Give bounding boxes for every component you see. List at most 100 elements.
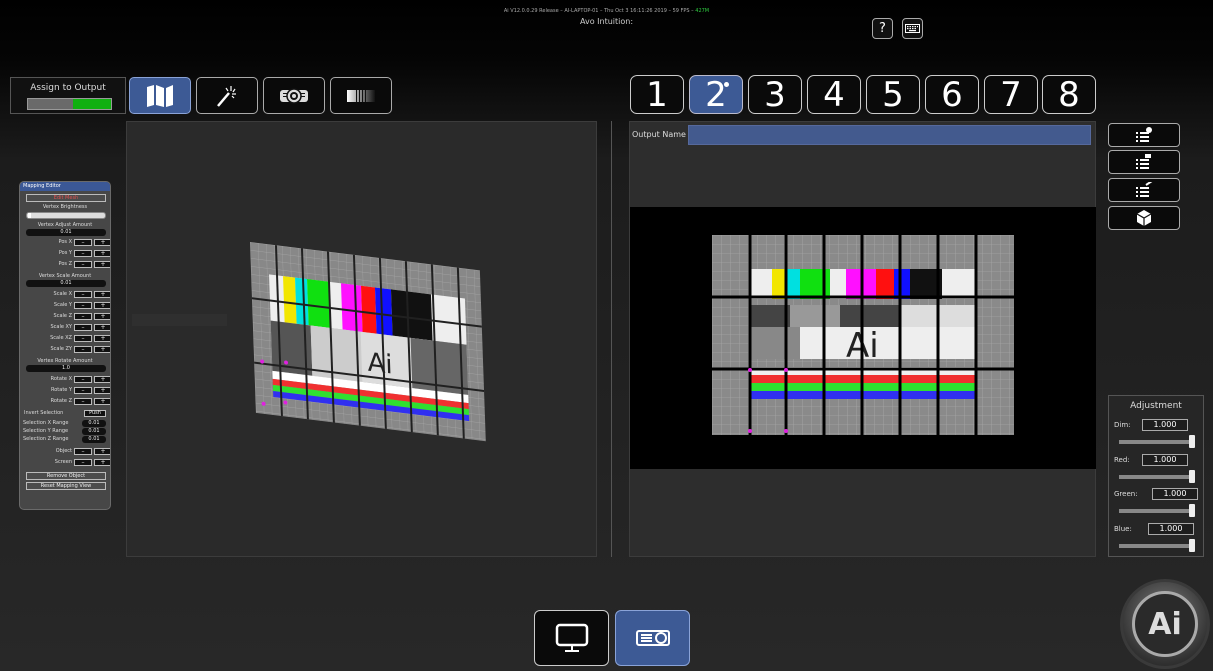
status-text: Ai V12.0.0.29 Release – AI-LAPTOP-01 – T… <box>503 8 696 14</box>
rotate-x-row: Rotate X – + <box>20 376 110 384</box>
rotate-y-minus-button[interactable]: – <box>74 387 92 394</box>
adjustment-panel: Adjustment Dim: 1.000 Red: 1.000 Green: … <box>1108 395 1204 557</box>
pos-x-plus-button[interactable]: + <box>94 239 110 246</box>
scale-x-plus-button[interactable]: + <box>94 291 110 298</box>
list-check-button[interactable] <box>1108 178 1180 202</box>
pos-z-plus-button[interactable]: + <box>94 261 110 268</box>
blue-slider-knob[interactable] <box>1189 539 1195 552</box>
tab-effects[interactable] <box>196 77 258 114</box>
vertex-brightness-knob[interactable] <box>28 213 31 218</box>
pos-x-label: Pos X <box>58 239 72 245</box>
scale-z-minus-button[interactable]: – <box>74 313 92 320</box>
vertex-scale-amount-input[interactable]: 0.01 <box>26 280 106 287</box>
push-button[interactable]: Push <box>84 410 106 417</box>
pos-y-plus-button[interactable]: + <box>94 250 110 257</box>
scale-y-plus-button[interactable]: + <box>94 302 110 309</box>
pos-z-minus-button[interactable]: – <box>74 261 92 268</box>
vertex-rotate-amount-input[interactable]: 1.0 <box>26 365 106 372</box>
blue-label: Blue: <box>1114 525 1132 533</box>
output-tab-4[interactable]: 4 <box>807 75 861 114</box>
output-tab-1[interactable]: 1 <box>630 75 684 114</box>
pos-y-row: Pos Y – + <box>20 250 110 258</box>
tab-projector[interactable] <box>263 77 325 114</box>
gradient-icon <box>347 89 375 102</box>
dim-slider[interactable] <box>1119 435 1195 448</box>
rotate-x-label: Rotate X <box>50 376 72 382</box>
cube-button[interactable] <box>1108 206 1180 230</box>
scale-xy-minus-button[interactable]: – <box>74 324 92 331</box>
vertex-brightness-label: Vertex Brightness <box>42 204 88 210</box>
selection-x-range-label: Selection X Range <box>23 420 69 426</box>
active-dot-icon <box>724 82 729 87</box>
dim-input[interactable]: 1.000 <box>1142 419 1188 431</box>
assign-to-output-toggle[interactable] <box>27 98 112 110</box>
screen-plus-button[interactable]: + <box>94 459 110 466</box>
object-minus-button[interactable]: – <box>74 448 92 455</box>
scale-xz-plus-button[interactable]: + <box>94 335 110 342</box>
output-tab-7[interactable]: 7 <box>984 75 1038 114</box>
scale-xz-label: Scale XZ <box>50 335 72 341</box>
rotate-y-row: Rotate Y – + <box>20 387 110 395</box>
rotate-x-minus-button[interactable]: – <box>74 376 92 383</box>
pos-y-minus-button[interactable]: – <box>74 250 92 257</box>
tab-blend[interactable] <box>330 77 392 114</box>
red-slider[interactable] <box>1119 470 1195 483</box>
scale-zy-minus-button[interactable]: – <box>74 346 92 353</box>
output-tab-5[interactable]: 5 <box>866 75 920 114</box>
blue-input[interactable]: 1.000 <box>1148 523 1194 535</box>
scale-x-minus-button[interactable]: – <box>74 291 92 298</box>
assign-to-output-panel: Assign to Output <box>10 77 126 114</box>
scale-xy-plus-button[interactable]: + <box>94 324 110 331</box>
app-title: Avo Intuition: <box>579 17 634 26</box>
green-slider[interactable] <box>1119 504 1195 517</box>
rotate-z-minus-button[interactable]: – <box>74 398 92 405</box>
map-icon <box>147 84 173 107</box>
green-input[interactable]: 1.000 <box>1152 488 1198 500</box>
output-tab-2[interactable]: 2 <box>689 75 743 114</box>
reset-mapping-view-button[interactable]: Reset Mapping View <box>26 482 106 490</box>
rotate-y-label: Rotate Y <box>50 387 72 393</box>
output-tab-3[interactable]: 3 <box>748 75 802 114</box>
keyboard-button[interactable] <box>902 18 923 39</box>
red-input[interactable]: 1.000 <box>1142 454 1188 466</box>
vertex-brightness-slider[interactable] <box>26 212 106 219</box>
pos-x-minus-button[interactable]: – <box>74 239 92 246</box>
scale-z-plus-button[interactable]: + <box>94 313 110 320</box>
edit-mesh-button[interactable]: Edit Mesh <box>26 194 106 202</box>
rotate-x-plus-button[interactable]: + <box>94 376 110 383</box>
output-name-input[interactable] <box>688 125 1091 145</box>
scale-y-label: Scale Y <box>53 302 72 308</box>
svg-text:Ai: Ai <box>367 348 393 381</box>
warped-test-pattern: Ai <box>132 242 486 442</box>
scale-zy-plus-button[interactable]: + <box>94 346 110 353</box>
output-tab-8[interactable]: 8 <box>1042 75 1096 114</box>
remove-object-button[interactable]: Remove Object <box>26 472 106 480</box>
tab-mapping[interactable] <box>129 77 191 114</box>
magic-wand-icon <box>217 85 236 107</box>
vertex-adjust-amount-input[interactable]: 0.01 <box>26 229 106 236</box>
screen-minus-button[interactable]: – <box>74 459 92 466</box>
selection-y-range-input[interactable]: 0.01 <box>82 428 106 435</box>
green-slider-knob[interactable] <box>1189 504 1195 517</box>
list-layers-button[interactable] <box>1108 150 1180 174</box>
red-slider-knob[interactable] <box>1189 470 1195 483</box>
scale-xy-label: Scale XY <box>50 324 72 330</box>
help-button[interactable]: ? <box>872 18 893 39</box>
rotate-z-plus-button[interactable]: + <box>94 398 110 405</box>
rotate-y-plus-button[interactable]: + <box>94 387 110 394</box>
output-tab-6[interactable]: 6 <box>925 75 979 114</box>
list-gear-button[interactable] <box>1108 123 1180 147</box>
monitor-icon <box>555 623 588 652</box>
object-plus-button[interactable]: + <box>94 448 110 455</box>
scale-y-minus-button[interactable]: – <box>74 302 92 309</box>
mapping-viewport[interactable]: Ai <box>126 121 597 557</box>
projector-mode-button[interactable] <box>615 610 690 666</box>
pos-y-label: Pos Y <box>58 250 72 256</box>
scale-xz-minus-button[interactable]: – <box>74 335 92 342</box>
selection-z-range-label: Selection Z Range <box>23 436 69 442</box>
selection-z-range-input[interactable]: 0.01 <box>82 436 106 443</box>
dim-slider-knob[interactable] <box>1189 435 1195 448</box>
selection-x-range-input[interactable]: 0.01 <box>82 420 106 427</box>
display-mode-button[interactable] <box>534 610 609 666</box>
blue-slider[interactable] <box>1119 539 1195 552</box>
